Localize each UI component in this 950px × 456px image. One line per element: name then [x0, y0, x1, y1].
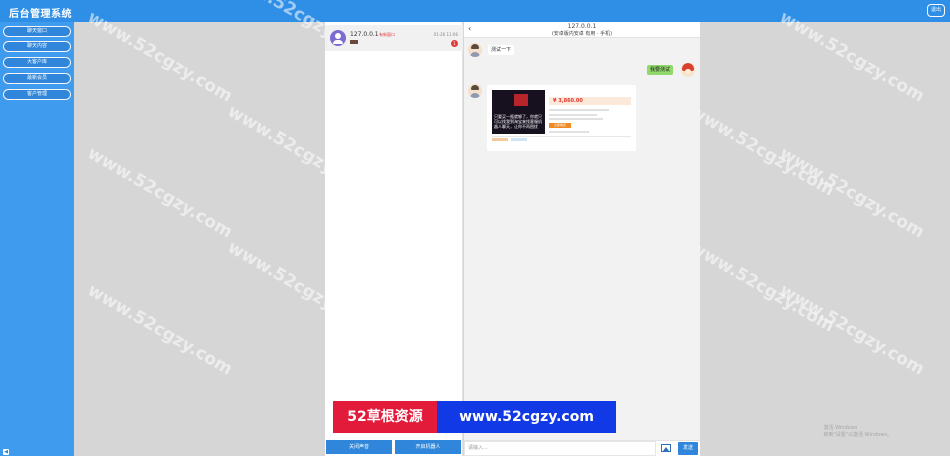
banner-url: www.52cgzy.com	[437, 401, 616, 433]
buy-now-button[interactable]: 立即购买	[549, 123, 571, 128]
image-upload-icon[interactable]	[661, 444, 671, 452]
conversation-item[interactable]: 127.0.0.1 有新窗口 01-26 11:06 1	[325, 25, 463, 51]
conversation-list: 127.0.0.1 有新窗口 01-26 11:06 1	[325, 22, 463, 456]
customer-avatar-icon	[468, 43, 482, 57]
windows-activation-notice: 激活 Windows 转到"设置"以激活 Windows。	[823, 425, 892, 439]
app-title: 后台管理系统	[9, 9, 72, 20]
product-info-line	[549, 131, 589, 133]
sidebar-item-client-mgmt[interactable]: 客户管理	[3, 89, 71, 100]
received-message: 测试一下	[488, 45, 515, 55]
product-title-lines	[549, 89, 631, 93]
product-info-line	[549, 109, 609, 111]
product-info-line	[549, 114, 597, 116]
product-info-line	[549, 118, 603, 120]
message-snippet-icon	[350, 40, 358, 44]
sidebar-item-chat-window[interactable]: 聊天窗口	[3, 26, 71, 37]
sidebar-item-chat-content[interactable]: 聊天内容	[3, 41, 71, 52]
product-image-accent	[514, 94, 528, 106]
close-voice-button[interactable]: 关闭声音	[326, 440, 392, 454]
back-arrow-icon[interactable]: ‹	[468, 24, 471, 33]
product-price: ¥ 3,860.00	[553, 98, 583, 104]
customer-avatar-icon	[468, 84, 482, 98]
send-button[interactable]: 发送	[678, 442, 698, 455]
chat-header-ip: 127.0.0.1	[567, 23, 597, 30]
sidebar: 聊天窗口 聊天内容 大客户库 最新会员 客户管理 ◀	[0, 22, 74, 456]
product-image: 只要买一瓶就够了，你就只可以找我到淘宝来找客服机器人聊天，让你不再困扰	[492, 90, 545, 134]
product-caption: 只要买一瓶就够了，你就只可以找我到淘宝来找客服机器人聊天，让你不再困扰	[494, 114, 542, 129]
unread-badge: 1	[451, 40, 458, 47]
promo-banner: 52草根资源 www.52cgzy.com	[333, 401, 616, 433]
logout-button[interactable]: 退出	[927, 4, 945, 17]
collapse-icon[interactable]: ◀	[3, 449, 9, 455]
chat-header-device: (安卓版内安卓 有用 · 手机)	[551, 31, 613, 37]
sidebar-item-members[interactable]: 最新会员	[3, 73, 71, 84]
conversation-time: 01-26 11:06	[433, 32, 458, 37]
card-divider	[492, 136, 631, 137]
user-avatar-icon	[330, 30, 346, 46]
agent-avatar-icon	[681, 63, 695, 77]
sent-message: 我要测试	[647, 65, 674, 75]
sidebar-item-customers[interactable]: 大客户库	[3, 57, 71, 68]
conversation-ip: 127.0.0.1	[350, 31, 379, 38]
message-input[interactable]: 请输入...	[464, 441, 656, 456]
product-tag	[492, 138, 508, 141]
open-robot-button[interactable]: 开启机器人	[395, 440, 461, 454]
product-tag	[511, 138, 527, 141]
product-card[interactable]: 只要买一瓶就够了，你就只可以找我到淘宝来找客服机器人聊天，让你不再困扰 ¥ 3,…	[487, 85, 636, 151]
activation-line2: 转到"设置"以激活 Windows。	[823, 432, 892, 438]
message-input-bar: 请输入... 发送	[464, 440, 700, 456]
banner-brand: 52草根资源	[333, 401, 437, 433]
top-bar: 后台管理系统 退出	[0, 0, 950, 22]
conversation-source: 有新窗口	[379, 32, 395, 37]
activation-line1: 激活 Windows	[823, 425, 858, 431]
chat-header: ‹ 127.0.0.1 (安卓版内安卓 有用 · 手机)	[464, 22, 700, 38]
